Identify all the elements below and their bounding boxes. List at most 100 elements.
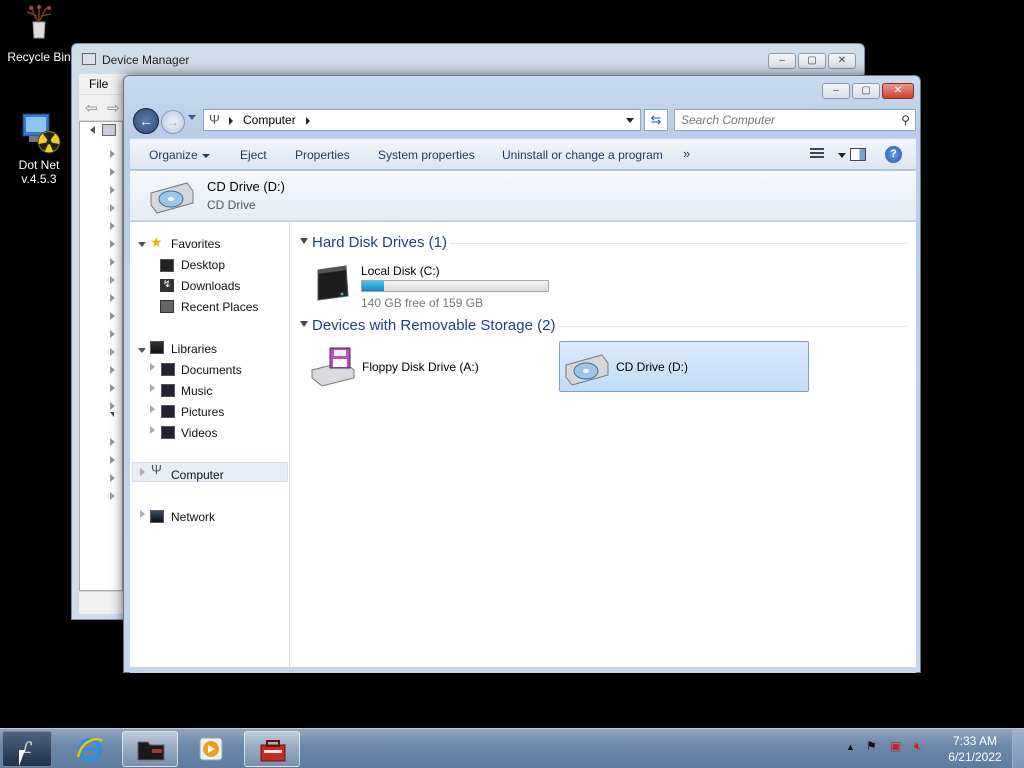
preview-pane-icon[interactable] <box>850 148 866 161</box>
back-arrow-icon[interactable]: ⇦ <box>85 99 98 117</box>
nav-network[interactable]: Network <box>171 510 215 524</box>
expand-icon[interactable] <box>110 492 115 500</box>
expand-icon[interactable] <box>110 438 115 446</box>
refresh-button[interactable]: ⇆ <box>644 109 668 131</box>
nav-computer[interactable]: Computer <box>171 468 224 482</box>
chevron-down-icon <box>201 153 210 158</box>
expand-icon[interactable] <box>110 366 115 374</box>
recent-pages-dropdown[interactable] <box>188 115 196 120</box>
navigation-pane[interactable]: ★ Favorites Desktop ↯ Downloads Recent P… <box>130 222 290 667</box>
explorer-window[interactable]: –▢✕ ← → Ψ Computer ⇆ ⚲ Organize Eject Pr… <box>123 75 921 673</box>
breadcrumb-computer[interactable]: Computer <box>243 113 296 127</box>
drive-tile-cd-d[interactable]: CD Drive (D:) <box>559 341 809 392</box>
organize-button[interactable]: Organize <box>149 148 210 162</box>
nav-downloads[interactable]: Downloads <box>181 279 240 293</box>
collapse-group-icon[interactable] <box>300 321 308 327</box>
details-pane: CD Drive (D:) CD Drive <box>130 171 916 221</box>
view-dropdown[interactable] <box>838 153 846 158</box>
breadcrumb-separator[interactable] <box>229 117 233 125</box>
volume-muted-icon[interactable]: 🔇︎ <box>914 739 922 754</box>
nav-pictures[interactable]: Pictures <box>181 405 224 419</box>
content-pane[interactable]: Hard Disk Drives (1) Local Disk (C:) 140… <box>290 222 916 667</box>
nav-libraries[interactable]: Libraries <box>171 342 217 356</box>
nav-music[interactable]: Music <box>181 384 212 398</box>
forward-button[interactable]: → <box>161 110 185 134</box>
search-box[interactable]: ⚲ <box>674 109 916 131</box>
minimize-button[interactable]: – <box>822 83 850 99</box>
expand-icon[interactable] <box>110 204 115 212</box>
desktop-icon-recycle-bin[interactable]: Recycle Bin <box>1 4 77 64</box>
device-tree[interactable] <box>79 121 123 591</box>
collapse-group-icon[interactable] <box>300 238 308 244</box>
show-desktop-button[interactable] <box>1012 729 1024 768</box>
close-button[interactable]: ✕ <box>828 53 856 69</box>
search-input[interactable] <box>681 111 891 129</box>
expand-icon[interactable] <box>110 240 115 248</box>
properties-button[interactable]: Properties <box>295 148 350 162</box>
taskbar-windows-explorer[interactable] <box>122 731 178 767</box>
expand-icon[interactable] <box>110 348 115 356</box>
more-commands-button[interactable]: » <box>683 146 690 161</box>
expand-icon[interactable] <box>110 294 115 302</box>
system-properties-button[interactable]: System properties <box>378 148 475 162</box>
close-button[interactable]: ✕ <box>882 83 914 99</box>
address-dropdown[interactable] <box>626 118 634 123</box>
music-icon <box>161 384 175 397</box>
taskbar-internet-explorer[interactable] <box>62 731 118 767</box>
expand-icon[interactable] <box>110 276 115 284</box>
nav-favorites[interactable]: Favorites <box>171 237 220 251</box>
expand-icon[interactable] <box>150 426 155 434</box>
collapse-icon[interactable] <box>138 242 146 247</box>
eject-button[interactable]: Eject <box>240 148 267 162</box>
expand-icon[interactable] <box>110 402 115 410</box>
group-removable-storage[interactable]: Devices with Removable Storage (2) <box>312 317 555 334</box>
back-button[interactable]: ← <box>133 108 159 134</box>
action-center-flag-icon[interactable]: ⚑ <box>866 739 877 753</box>
maximize-button[interactable]: ▢ <box>798 53 826 69</box>
expand-icon[interactable] <box>150 363 155 371</box>
minimize-button[interactable]: – <box>768 53 796 69</box>
taskbar-media-player[interactable] <box>183 731 239 767</box>
nav-desktop[interactable]: Desktop <box>181 258 225 272</box>
breadcrumb-separator[interactable] <box>306 117 310 125</box>
nav-videos[interactable]: Videos <box>181 426 217 440</box>
drive-tile-floppy-a[interactable]: Floppy Disk Drive (A:) <box>306 340 556 392</box>
collapse-icon[interactable] <box>90 126 95 134</box>
expand-icon[interactable] <box>150 405 155 413</box>
change-view-icon[interactable] <box>810 148 826 161</box>
start-button[interactable]: Ꮭ <box>2 731 52 767</box>
nav-documents[interactable]: Documents <box>181 363 242 377</box>
command-bar: Organize Eject Properties System propert… <box>130 138 916 170</box>
uninstall-program-button[interactable]: Uninstall or change a program <box>502 148 663 162</box>
expand-icon[interactable] <box>110 456 115 464</box>
group-divider <box>558 326 908 327</box>
show-hidden-icons-button[interactable]: ▲ <box>846 742 855 752</box>
help-icon[interactable]: ? <box>885 146 902 163</box>
address-bar[interactable]: Ψ Computer <box>203 109 641 131</box>
maximize-button[interactable]: ▢ <box>852 83 880 99</box>
expand-icon[interactable] <box>110 168 115 176</box>
group-hard-disk-drives[interactable]: Hard Disk Drives (1) <box>312 234 447 251</box>
search-icon[interactable]: ⚲ <box>901 113 910 127</box>
collapse-icon[interactable] <box>110 412 114 417</box>
expand-icon[interactable] <box>110 474 115 482</box>
expand-icon[interactable] <box>110 384 115 392</box>
collapse-icon[interactable] <box>138 348 146 353</box>
expand-icon[interactable] <box>110 186 115 194</box>
expand-icon[interactable] <box>150 384 155 392</box>
expand-icon[interactable] <box>110 222 115 230</box>
menu-file[interactable]: File <box>89 77 108 91</box>
forward-arrow-icon[interactable]: ⇨ <box>107 99 120 117</box>
expand-icon[interactable] <box>140 510 145 518</box>
taskbar-device-manager[interactable] <box>244 731 300 767</box>
expand-icon[interactable] <box>110 150 115 158</box>
expand-icon[interactable] <box>110 258 115 266</box>
desktop-icon-dotnet[interactable]: Dot Net v.4.5.3 <box>1 112 77 186</box>
expand-icon[interactable] <box>140 468 145 476</box>
expand-icon[interactable] <box>110 330 115 338</box>
clock[interactable]: 7:33 AM 6/21/2022 <box>940 733 1010 765</box>
network-error-icon[interactable]: ▣ <box>890 739 901 753</box>
drive-tile-local-disk-c[interactable]: Local Disk (C:) 140 GB free of 159 GB <box>306 258 566 310</box>
expand-icon[interactable] <box>110 312 115 320</box>
nav-recent-places[interactable]: Recent Places <box>181 300 258 314</box>
